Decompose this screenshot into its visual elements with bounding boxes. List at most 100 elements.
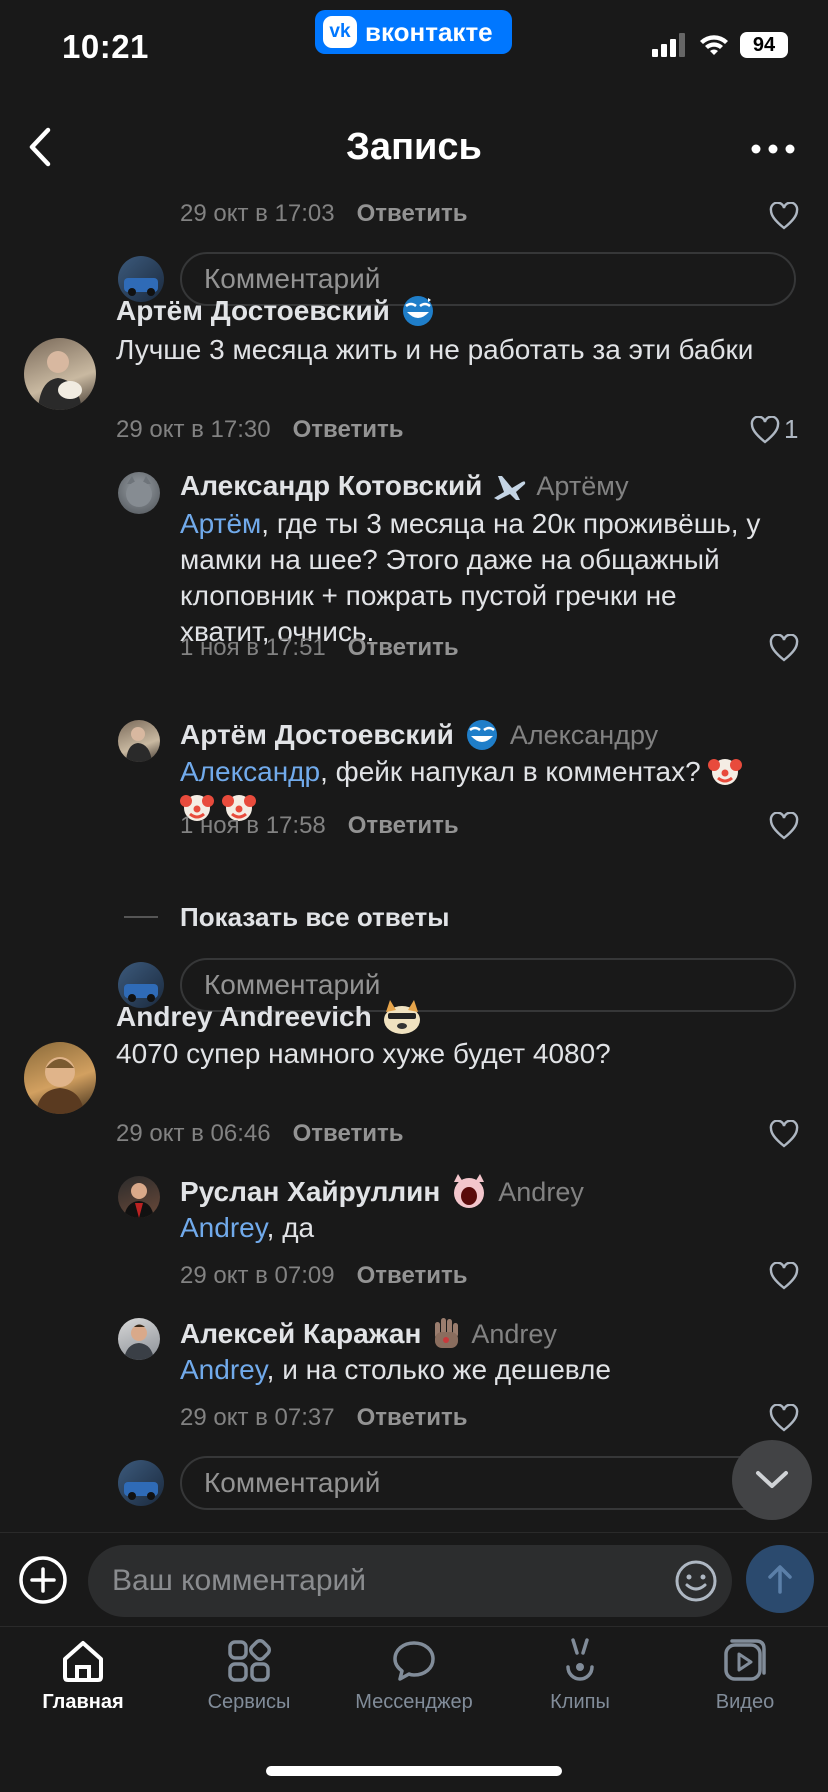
- comment-text-line: , и на столько же дешевле: [266, 1354, 611, 1385]
- comment-meta: 29 окт в 06:46 Ответить: [116, 1120, 404, 1148]
- mention-link[interactable]: Александр: [180, 756, 320, 787]
- home-icon: [63, 1641, 103, 1682]
- like-heart-icon[interactable]: [750, 415, 780, 444]
- reply-header: Алексей Каражан Andrey: [180, 1316, 557, 1352]
- reply-to: Andrey: [471, 1318, 557, 1349]
- vk-app-badge-label: вконтакте: [365, 16, 493, 47]
- mention-link[interactable]: Andrey: [180, 1212, 267, 1243]
- comment-text-line: клоповник + пожрать пустой гречки не: [180, 580, 677, 611]
- comment-meta: 29 окт в 07:09 Ответить: [180, 1262, 468, 1290]
- reply-button[interactable]: Ответить: [293, 416, 404, 443]
- comment-composer: Ваш комментарий: [0, 1532, 828, 1624]
- add-attachment-icon[interactable]: [18, 1555, 68, 1605]
- comment-text: Andrey, да: [180, 1210, 314, 1246]
- avatar: [24, 1042, 96, 1114]
- emoji-icon[interactable]: [674, 1559, 718, 1603]
- comment-date: 29 окт в 07:37: [180, 1404, 335, 1431]
- reply-button[interactable]: Ответить: [357, 200, 468, 227]
- comment-text: Лучше 3 месяца жить и не работать за эти…: [116, 334, 754, 365]
- comment-author[interactable]: Александр Котовский: [180, 470, 482, 502]
- comments-feed[interactable]: 29 окт в 17:03 Ответить Комментарий Артём…: [0, 190, 828, 1532]
- grinning-sticker-icon: [402, 296, 433, 326]
- comment-meta: 29 окт в 17:30 Ответить: [116, 416, 404, 444]
- comment-header: Артём Достоевский: [116, 294, 438, 328]
- like-heart-icon[interactable]: [769, 812, 799, 840]
- services-icon: [228, 1639, 271, 1682]
- comment-date: 29 окт в 06:46: [116, 1120, 271, 1147]
- comment-header: Andrey Andreevich: [116, 998, 424, 1036]
- reply-to: Andrey: [498, 1176, 584, 1207]
- divider: [124, 916, 158, 918]
- reply-button[interactable]: Ответить: [293, 1120, 404, 1147]
- comment-reply-input[interactable]: Комментарий: [180, 1456, 796, 1510]
- like-heart-icon[interactable]: [769, 202, 799, 230]
- comment-meta: 29 окт в 17:03 Ответить: [180, 200, 468, 228]
- vk-app-badge[interactable]: vk вконтакте: [315, 10, 512, 54]
- comment-text-line: мамки на шее? Этого даже на общажный: [180, 544, 720, 575]
- clips-icon: [566, 1638, 594, 1681]
- send-button[interactable]: [746, 1545, 814, 1613]
- comment-text-line: , да: [266, 1212, 315, 1243]
- comment-input[interactable]: Ваш комментарий: [88, 1545, 732, 1617]
- system-icons: 94: [652, 32, 788, 58]
- tab-label: Сервисы: [207, 1691, 291, 1713]
- battery-icon: 94: [740, 32, 788, 58]
- reply-header: Александр Котовский Артёму: [180, 470, 629, 502]
- video-icon: [724, 1639, 766, 1681]
- comment-meta: 1 ноя в 17:51 Ответить: [180, 634, 459, 662]
- comment-author[interactable]: Алексей Каражан: [180, 1318, 421, 1350]
- reply-to: Артёму: [536, 470, 629, 501]
- comment-text: Артём, где ты 3 месяца на 20к проживёшь,…: [180, 506, 800, 650]
- wifi-icon: [700, 35, 728, 55]
- tab-label: Мессенджер: [355, 1691, 473, 1713]
- tab-messenger[interactable]: Мессенджер: [339, 1637, 489, 1714]
- page-title: Запись: [346, 126, 482, 168]
- mention-link[interactable]: Andrey: [180, 1354, 267, 1385]
- show-all-replies-button[interactable]: Показать все ответы: [180, 902, 449, 933]
- like-heart-icon[interactable]: [769, 1262, 799, 1290]
- like-heart-icon[interactable]: [769, 634, 799, 662]
- screaming-cat-sticker-icon: [454, 1174, 485, 1208]
- comment-author[interactable]: Руслан Хайруллин: [180, 1176, 440, 1208]
- avatar: [118, 472, 160, 514]
- tab-video[interactable]: Видео: [670, 1637, 820, 1714]
- mention-link[interactable]: Артём: [180, 508, 261, 539]
- tab-home[interactable]: Главная: [8, 1637, 158, 1714]
- scroll-down-button[interactable]: [732, 1440, 812, 1520]
- comment-date: 29 окт в 17:03: [180, 200, 335, 227]
- like-control[interactable]: 1: [750, 414, 798, 445]
- comment-meta: 1 ноя в 17:58 Ответить: [180, 812, 459, 840]
- like-heart-icon[interactable]: [769, 1404, 799, 1432]
- reply-header: Артём Достоевский Александру: [180, 718, 658, 752]
- comment-date: 1 ноя в 17:51: [180, 634, 326, 661]
- reply-button[interactable]: Ответить: [348, 634, 459, 661]
- avatar: [118, 1318, 160, 1360]
- status-time: 10:21: [62, 28, 149, 65]
- grinning-sticker-icon: [466, 720, 497, 750]
- comment-author[interactable]: Артём Достоевский: [180, 719, 454, 751]
- waving-hand-sticker-icon: [435, 1318, 459, 1348]
- avatar: [118, 720, 160, 762]
- comment-text-line: , где ты 3 месяца на 20к проживёшь, у: [261, 508, 761, 539]
- comment-date: 29 окт в 07:09: [180, 1262, 335, 1289]
- avatar: [118, 1460, 164, 1506]
- comment-author[interactable]: Andrey Andreevich: [116, 1001, 372, 1033]
- reply-button[interactable]: Ответить: [357, 1262, 468, 1289]
- messenger-icon: [393, 1641, 435, 1681]
- tab-clips[interactable]: Клипы: [505, 1637, 655, 1714]
- avatar: [118, 1176, 160, 1218]
- comment-input-placeholder: Ваш комментарий: [112, 1564, 367, 1597]
- comment-date: 1 ноя в 17:58: [180, 812, 326, 839]
- reply-button[interactable]: Ответить: [357, 1404, 468, 1431]
- reply-button[interactable]: Ответить: [348, 812, 459, 839]
- more-options-icon[interactable]: [748, 134, 798, 164]
- tab-services[interactable]: Сервисы: [174, 1637, 324, 1714]
- tab-label: Главная: [42, 1691, 124, 1713]
- arrow-up-icon: [768, 1565, 792, 1594]
- vk-logo-icon: vk: [323, 16, 357, 48]
- comment-text-line: , фейк напукал в комментах?: [320, 756, 709, 787]
- like-heart-icon[interactable]: [769, 1120, 799, 1148]
- comment-author[interactable]: Артём Достоевский: [116, 295, 390, 327]
- like-count: 1: [784, 414, 799, 444]
- page-header: Запись: [0, 110, 828, 190]
